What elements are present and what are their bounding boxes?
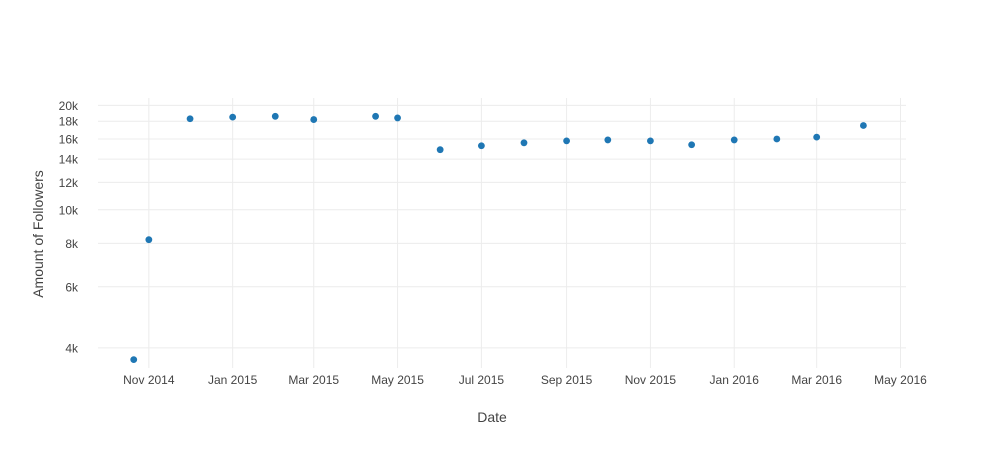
x-tick-label: Mar 2016 (791, 373, 842, 387)
data-point (604, 136, 612, 144)
data-point (773, 135, 781, 143)
y-tick-label: 20k (59, 99, 79, 113)
data-point (186, 115, 194, 123)
data-point (145, 236, 153, 244)
data-point (271, 112, 279, 120)
data-point (436, 146, 444, 154)
grid-lines (98, 98, 906, 368)
x-tick-label: May 2016 (874, 373, 927, 387)
y-tick-label: 12k (59, 176, 79, 190)
x-tick-label: Jan 2016 (710, 373, 760, 387)
data-point (310, 116, 318, 123)
data-point (860, 122, 867, 129)
data-point (688, 141, 696, 149)
tick-labels: 4k 6k 8k 10k 12k 14k 16k 18k 20k Nov 2014 Jan 2015… (59, 99, 928, 387)
y-tick-label: 14k (59, 153, 79, 167)
data-point (372, 112, 379, 120)
followers-scatter-chart: 4k 6k 8k 10k 12k 14k 16k 18k 20k Nov 2014 Jan 2015… (30, 98, 928, 425)
y-tick-label: 18k (59, 115, 79, 129)
data-point (229, 113, 237, 121)
x-tick-label: Jul 2015 (459, 373, 505, 387)
data-points (130, 112, 867, 364)
y-tick-label: 4k (65, 341, 79, 355)
y-tick-label: 16k (59, 132, 79, 146)
y-axis-title: Amount of Followers (30, 170, 46, 298)
x-tick-label: Jan 2015 (208, 373, 258, 387)
y-tick-label: 6k (65, 280, 79, 294)
data-point (130, 356, 138, 364)
data-point (394, 114, 401, 122)
y-tick-label: 8k (65, 237, 79, 251)
x-tick-label: May 2015 (371, 373, 424, 387)
x-tick-label: Mar 2015 (288, 373, 339, 387)
x-tick-label: Nov 2015 (625, 373, 677, 387)
x-tick-label: Sep 2015 (541, 373, 593, 387)
data-point (647, 137, 654, 145)
y-tick-label: 10k (59, 203, 79, 217)
data-point (813, 133, 821, 141)
data-point (563, 137, 570, 145)
x-axis-title: Date (477, 409, 507, 425)
data-point (520, 139, 528, 147)
x-tick-label: Nov 2014 (123, 373, 175, 387)
data-point (477, 142, 485, 150)
data-point (730, 136, 738, 144)
